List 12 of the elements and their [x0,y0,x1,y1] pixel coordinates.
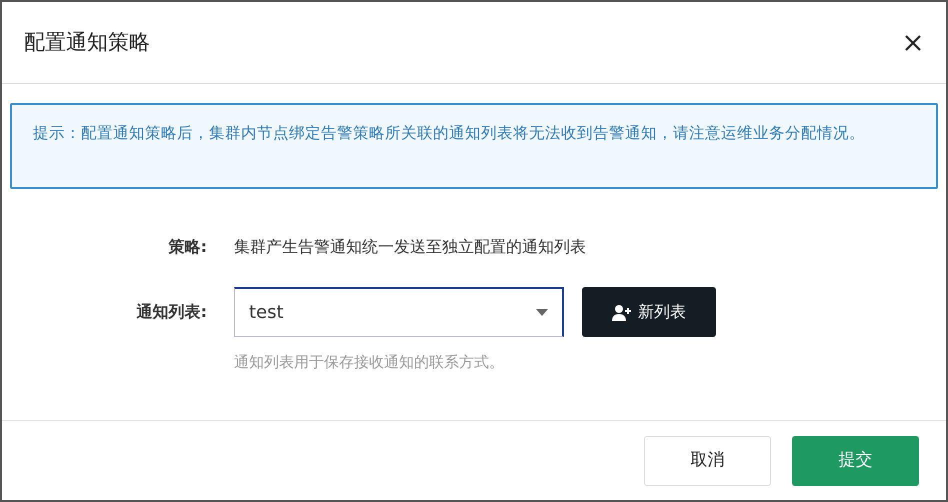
dropdown-caret-icon [536,309,548,316]
notify-list-label: 通知列表: [136,301,207,323]
notify-list-help: 通知列表用于保存接收通知的联系方式。 [234,352,505,373]
notify-list-select[interactable]: test [234,287,564,337]
policy-label: 策略: [168,236,207,258]
add-user-icon [612,304,632,320]
submit-button[interactable]: 提交 [792,436,919,486]
policy-value: 集群产生告警通知统一发送至独立配置的通知列表 [234,236,586,258]
new-list-button[interactable]: 新列表 [582,287,716,337]
notice-text: 提示：配置通知策略后，集群内节点绑定告警策略所关联的通知列表将无法收到告警通知，请注意运维业务分配情况。 [33,124,865,142]
dialog-title: 配置通知策略 [24,28,150,56]
cancel-button[interactable]: 取消 [644,436,771,486]
